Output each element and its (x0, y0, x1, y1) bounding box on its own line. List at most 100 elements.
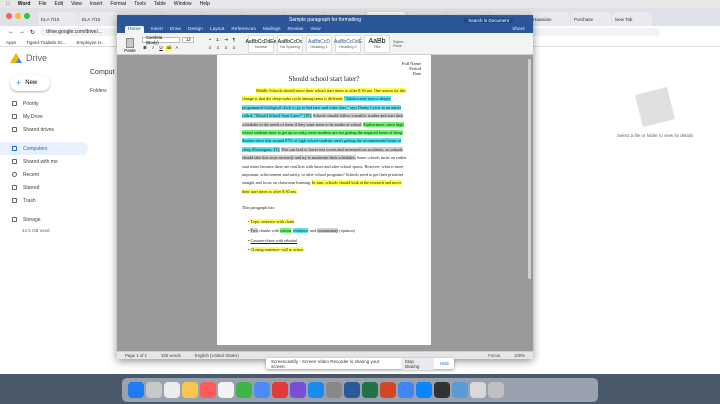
font-color-icon[interactable]: A (174, 45, 180, 51)
desktop-file[interactable]: CindyCase_Acft1.pdf (680, 360, 720, 365)
music-icon[interactable] (272, 382, 288, 398)
contacts-icon[interactable] (218, 382, 234, 398)
desktop-file[interactable]: misc home (640, 360, 680, 365)
italic-button[interactable]: I (150, 45, 156, 51)
desktop-file[interactable]: APA review PDF.pdf (556, 360, 596, 365)
zoom-level[interactable]: 100% (514, 353, 525, 358)
vertical-scrollbar[interactable] (528, 59, 531, 279)
font-size-select[interactable]: 12 (182, 36, 194, 43)
sidebar-item-storage[interactable]: Storage (0, 213, 88, 226)
trash-icon[interactable] (488, 382, 504, 398)
messages-icon[interactable] (236, 382, 252, 398)
tab-mailings[interactable]: Mailings (263, 27, 281, 32)
style-normal[interactable]: AaBbCcDdEe Normal (246, 34, 276, 53)
word-icon[interactable] (344, 382, 360, 398)
chrome-icon[interactable] (398, 382, 414, 398)
launchpad-icon[interactable] (146, 382, 162, 398)
close-window-icon[interactable] (6, 13, 12, 19)
tab-references[interactable]: References (231, 27, 256, 32)
app-menu[interactable]: Word (18, 1, 31, 7)
back-icon[interactable]: ← (8, 29, 14, 35)
notes-icon[interactable] (182, 382, 198, 398)
menu-table[interactable]: Table (154, 1, 166, 7)
numbering-icon[interactable]: 1. (215, 37, 221, 43)
zoom-window-icon[interactable] (24, 13, 30, 19)
menu-insert[interactable]: Insert (90, 1, 103, 7)
terminal-icon[interactable] (434, 382, 450, 398)
zoom-app-icon[interactable] (416, 382, 432, 398)
desktop-file[interactable]: 469-IAP-Pre-Retirem...acket.pdf (598, 360, 638, 370)
excel-icon[interactable] (362, 382, 378, 398)
sidebar-item-my-drive[interactable]: My Drive (0, 110, 88, 123)
tab-home[interactable]: Home (125, 25, 144, 33)
powerpoint-icon[interactable] (380, 382, 396, 398)
indent-icon[interactable]: ⇥ (223, 37, 229, 43)
podcasts-icon[interactable] (290, 382, 306, 398)
sidebar-item-trash[interactable]: Trash (0, 194, 88, 207)
browser-tab[interactable]: ELA 7/10 (38, 12, 78, 26)
menu-view[interactable]: View (71, 1, 82, 7)
photos-icon[interactable] (164, 382, 180, 398)
word-count[interactable]: 336 words (161, 353, 181, 358)
bookmark[interactable]: Apps (6, 40, 16, 45)
sidebar-item-recent[interactable]: Recent (0, 168, 88, 181)
tab-layout[interactable]: Layout (210, 27, 224, 32)
mail-icon[interactable] (254, 382, 270, 398)
justify-icon[interactable]: ≡ (231, 45, 237, 51)
pilcrow-icon[interactable]: ¶ (231, 37, 237, 43)
browser-tab[interactable]: Purchase (571, 12, 611, 26)
style-title[interactable]: AaBb Title (364, 34, 390, 53)
share-button[interactable]: Share (512, 27, 525, 32)
language[interactable]: English (United States) (195, 353, 239, 358)
menu-tools[interactable]: Tools (134, 1, 146, 7)
app-store-icon[interactable] (308, 382, 324, 398)
sidebar-item-shared-drives[interactable]: Shared drives (0, 123, 88, 136)
browser-tab[interactable]: New Tab (612, 12, 652, 26)
downloads-icon[interactable] (470, 382, 486, 398)
reload-icon[interactable]: ↻ (30, 29, 35, 36)
menu-format[interactable]: Format (110, 1, 126, 7)
bookmark[interactable]: Employee H... (76, 40, 104, 45)
styles-pane-button[interactable]: Styles Pane (393, 35, 411, 53)
sidebar-item-starred[interactable]: Starred (0, 181, 88, 194)
browser-tab[interactable]: Hawaiian (530, 12, 570, 26)
stop-sharing-button[interactable]: Stop sharing (400, 357, 434, 370)
bullets-icon[interactable]: • (207, 37, 213, 43)
font-name-select[interactable]: Cambria (Body) (142, 35, 180, 45)
document-page[interactable]: Full Name Period Date Should school star… (217, 55, 431, 345)
bold-button[interactable]: B (142, 45, 148, 51)
sidebar-item-shared-with-me[interactable]: Shared with me (0, 155, 88, 168)
menu-edit[interactable]: Edit (55, 1, 64, 7)
minimize-window-icon[interactable] (15, 13, 21, 19)
align-left-icon[interactable]: ≡ (207, 45, 213, 51)
sidebar-item-priority[interactable]: Priority (0, 97, 88, 110)
sidebar-item-computers[interactable]: Computers (0, 142, 88, 155)
drive-logo[interactable]: Drive (10, 53, 47, 63)
paste-button[interactable]: Paste (123, 35, 137, 53)
bookmark[interactable]: Tigard-Tualatin Sc... (26, 40, 66, 45)
tab-view[interactable]: View (310, 27, 320, 32)
align-center-icon[interactable]: ≡ (215, 45, 221, 51)
preview-icon[interactable] (452, 382, 468, 398)
hide-button[interactable]: Hide (440, 361, 449, 366)
menu-help[interactable]: Help (200, 1, 210, 7)
style-heading-1[interactable]: AaBbCcD Heading 1 (306, 34, 332, 53)
focus-button[interactable]: Focus (488, 353, 500, 358)
search-in-document-input[interactable]: Search in Document (464, 17, 513, 23)
menu-file[interactable]: File (38, 1, 46, 7)
apple-menu-icon[interactable]:  (6, 1, 10, 7)
browser-tab[interactable]: ELA 7/10 (79, 12, 119, 26)
underline-button[interactable]: U (158, 45, 164, 51)
tab-draw[interactable]: Draw (170, 27, 181, 32)
new-button[interactable]: + New (10, 75, 50, 91)
calendar-icon[interactable] (200, 382, 216, 398)
style-no-spacing[interactable]: AaBbCcDc No Spacing (277, 34, 303, 53)
menu-window[interactable]: Window (174, 1, 192, 7)
system-preferences-icon[interactable] (326, 382, 342, 398)
tab-review[interactable]: Review (287, 27, 303, 32)
finder-icon[interactable] (128, 382, 144, 398)
forward-icon[interactable]: → (19, 29, 25, 35)
align-right-icon[interactable]: ≡ (223, 45, 229, 51)
tab-design[interactable]: Design (188, 27, 203, 32)
style-heading-2[interactable]: AaBbCcDdE Heading 2 (334, 34, 362, 53)
